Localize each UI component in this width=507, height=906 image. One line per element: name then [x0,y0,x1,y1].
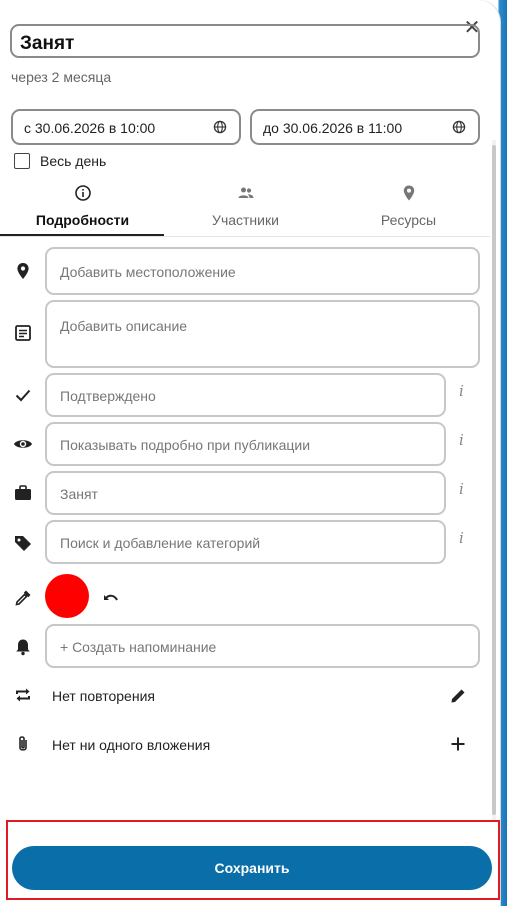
briefcase-icon [15,485,31,500]
all-day-checkbox[interactable] [14,153,30,169]
location-placeholder: Добавить местоположение [60,264,236,280]
visibility-select[interactable]: Показывать подробно при публикации [45,422,446,466]
location-input[interactable]: Добавить местоположение [45,247,480,295]
color-swatch[interactable] [45,574,89,618]
start-date-field[interactable]: с 30.06.2026 в 10:00 [11,109,241,145]
category-search-input[interactable]: Поиск и добавление категорий [45,520,446,564]
reminder-placeholder: + Создать напоминание [60,639,217,655]
all-day-label: Весь день [40,153,107,169]
relative-time-text: через 2 месяца [11,69,112,85]
undo-icon[interactable] [101,589,121,609]
category-info-icon[interactable]: i [459,529,464,547]
end-date-text: до 30.06.2026 в 11:00 [263,120,403,136]
description-icon [15,325,31,341]
save-button[interactable]: Сохранить [12,846,492,890]
eyedropper-icon [15,590,31,606]
reminder-input[interactable]: + Создать напоминание [45,624,480,668]
end-date-field[interactable]: до 30.06.2026 в 11:00 [250,109,480,145]
bell-icon [16,639,30,656]
visibility-value: Показывать подробно при публикации [60,437,311,453]
description-input[interactable]: Добавить описание [45,300,480,368]
tag-icon [15,536,31,551]
status-info-icon[interactable]: i [459,382,464,400]
location-pin-icon [17,263,29,279]
status-value: Подтверждено [60,388,156,404]
tab-resources-label: Ресурсы [380,212,437,228]
event-title-input[interactable]: Занят [10,24,480,58]
tab-details-label: Подробности [35,212,130,228]
info-icon [74,185,91,201]
event-title-text: Занят [20,33,75,54]
start-date-text: с 30.06.2026 в 10:00 [24,120,156,136]
attachments-label: Нет ни одного вложения [52,737,211,753]
repeat-label[interactable]: Нет повторения [52,688,155,704]
paperclip-icon [19,736,27,751]
event-editor-panel: ✕ Занят через 2 месяца с 30.06.2026 в 10… [0,0,500,906]
busy-info-icon[interactable]: i [459,480,464,498]
busy-status-select[interactable]: Занят [45,471,446,515]
eye-icon [14,440,32,448]
category-placeholder: Поиск и добавление категорий [60,535,261,551]
tab-details[interactable]: Подробности [1,180,164,236]
tab-resources[interactable]: Ресурсы [327,180,490,236]
visibility-info-icon[interactable]: i [459,431,464,449]
pencil-icon[interactable] [449,687,467,705]
globe-icon[interactable] [452,120,466,134]
people-icon [238,187,253,198]
repeat-icon [16,688,30,702]
location-pin-icon [403,185,414,201]
tab-participants-label: Участники [212,212,279,228]
globe-icon[interactable] [213,120,227,134]
status-select[interactable]: Подтверждено [45,373,446,417]
description-placeholder: Добавить описание [60,318,188,334]
plus-icon[interactable] [449,735,467,753]
tab-participants[interactable]: Участники [164,180,327,236]
scrollbar-thumb[interactable] [492,145,496,815]
busy-status-value: Занят [60,486,98,502]
tabs-divider [0,236,490,237]
checkmark-icon [15,389,31,402]
